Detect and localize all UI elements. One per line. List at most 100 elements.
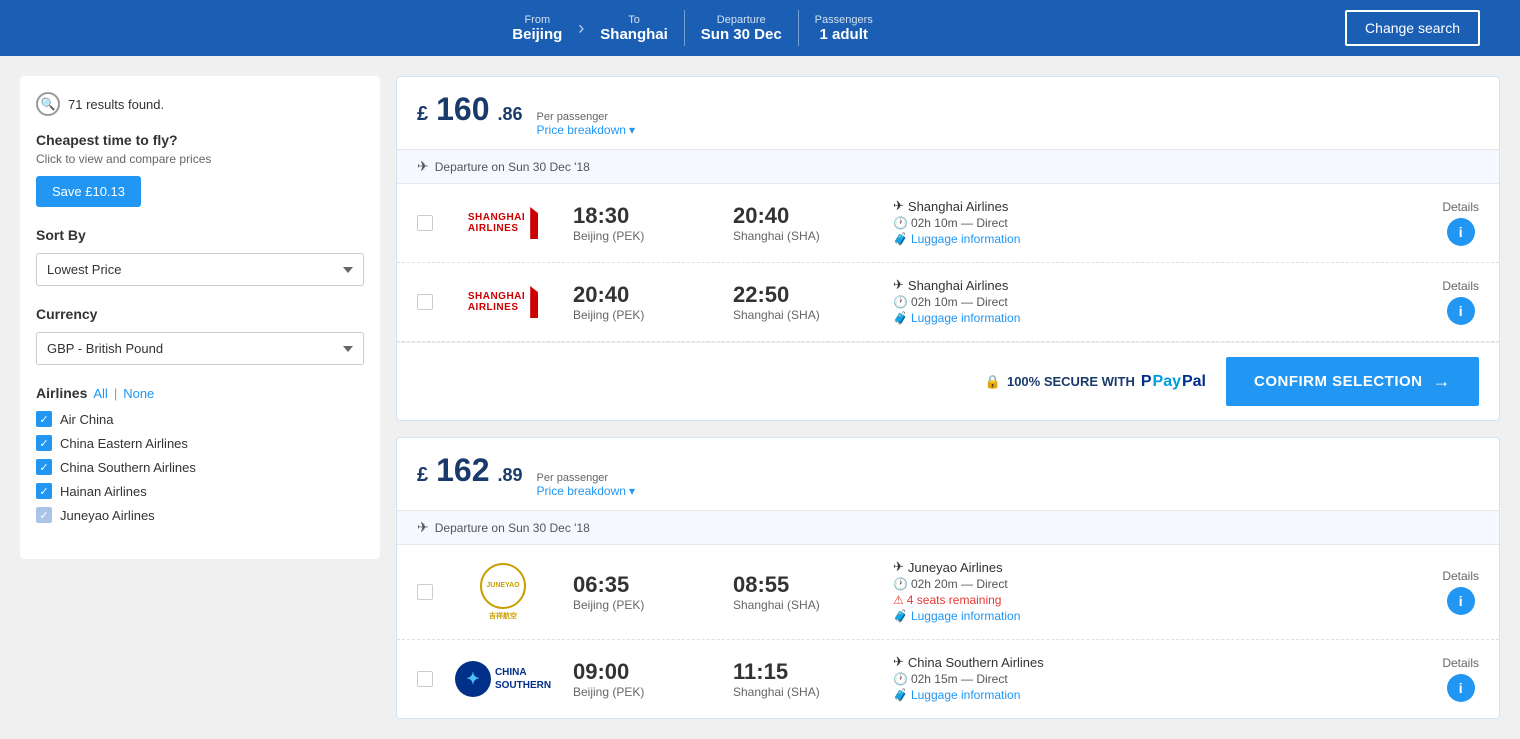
luggage-link-2-1[interactable]: Luggage information — [911, 609, 1020, 623]
card-2-price-breakdown[interactable]: Price breakdown ▾ — [537, 484, 635, 498]
juneyao-text: 吉祥航空 — [480, 611, 526, 621]
card-1-departure-bar: ✈ Departure on Sun 30 Dec '18 — [397, 150, 1499, 184]
to-value: Shanghai — [600, 26, 668, 43]
airline-checkbox-juneyao[interactable] — [36, 507, 52, 523]
card-2-departure-text: Departure on Sun 30 Dec '18 — [435, 521, 590, 535]
cheapest-section: Cheapest time to fly? Click to view and … — [36, 132, 364, 207]
sidebar: 🔍 71 results found. Cheapest time to fly… — [20, 76, 380, 559]
sort-label: Sort By — [36, 227, 364, 243]
info-button-1-2[interactable]: i — [1447, 297, 1475, 325]
flight-details-2-1: ✈ Juneyao Airlines 🕐 02h 20m — Direct ⚠ … — [893, 559, 1093, 625]
card-1-footer: 🔒 100% SECURE WITH PPayPal CONFIRM SELEC… — [397, 342, 1499, 420]
passengers-segment: Passengers 1 adult — [815, 14, 873, 43]
flight-details-2-2: ✈ China Southern Airlines 🕐 02h 15m — Di… — [893, 654, 1093, 704]
airline-item-hainan[interactable]: Hainan Airlines — [36, 483, 364, 499]
airline-logo-juneyao: JUNEYAO 吉祥航空 — [453, 563, 553, 621]
clock-icon: 🕐 — [893, 216, 908, 230]
departure-segment: Departure Sun 30 Dec — [701, 14, 782, 43]
chevron-down-icon-2: ▾ — [629, 484, 635, 498]
card-2-header: £ 162 .89 Per passenger Price breakdown … — [397, 438, 1499, 511]
flight-checkbox-1-2[interactable] — [417, 294, 433, 310]
currency-select[interactable]: GBP - British Pound — [36, 332, 364, 365]
card-1-header: £ 160 .86 Per passenger Price breakdown … — [397, 77, 1499, 150]
header: From Beijing › To Shanghai Departure Sun… — [0, 0, 1520, 56]
card-1-per-passenger: Per passenger — [537, 111, 635, 123]
airline-logo-shanghai-2: SHANGHAI AIRLINES — [453, 286, 553, 318]
card-2-price-info: Per passenger Price breakdown ▾ — [537, 472, 635, 498]
logo-tail-icon — [530, 207, 538, 239]
main-content: £ 160 .86 Per passenger Price breakdown … — [380, 76, 1500, 719]
duration-2-2: 🕐 02h 15m — Direct — [893, 672, 1093, 686]
airline-name-china-southern: China Southern Airlines — [60, 460, 196, 475]
airline-name-detail-2-1: ✈ Juneyao Airlines — [893, 559, 1093, 575]
card-1-currency: £ — [417, 103, 428, 126]
card-1-price-breakdown[interactable]: Price breakdown ▾ — [537, 123, 635, 137]
paypal-pal: Pal — [1182, 373, 1206, 391]
airline-item-china-southern[interactable]: China Southern Airlines — [36, 459, 364, 475]
depart-airport-1-2: Beijing (PEK) — [573, 308, 713, 322]
airlines-all-link[interactable]: All — [93, 386, 107, 401]
airline-item-juneyao[interactable]: Juneyao Airlines — [36, 507, 364, 523]
luggage-link-1-2[interactable]: Luggage information — [911, 311, 1020, 325]
arrive-time-2-2: 11:15 — [733, 659, 873, 685]
juneyao-circle: JUNEYAO — [480, 563, 526, 609]
confirm-selection-button[interactable]: CONFIRM SELECTION → — [1226, 357, 1479, 406]
logo-tail-icon-2 — [530, 286, 538, 318]
duration-2-1: 🕐 02h 20m — Direct — [893, 577, 1093, 591]
luggage-link-1-1[interactable]: Luggage information — [911, 232, 1020, 246]
details-label-2-1: Details — [1442, 569, 1479, 583]
airline-checkbox-hainan[interactable] — [36, 483, 52, 499]
flight-card-1: £ 160 .86 Per passenger Price breakdown … — [396, 76, 1500, 421]
plane-small-icon-4: ✈ — [893, 654, 904, 670]
depart-airport-2-1: Beijing (PEK) — [573, 598, 713, 612]
airline-item-china-eastern[interactable]: China Eastern Airlines — [36, 435, 364, 451]
card-1-price-decimal: .86 — [498, 104, 523, 125]
airline-checkbox-china-southern[interactable] — [36, 459, 52, 475]
details-col-2-1: Details i — [1442, 569, 1479, 615]
depart-airport-1-1: Beijing (PEK) — [573, 229, 713, 243]
airline-checkbox-china-eastern[interactable] — [36, 435, 52, 451]
passengers-label: Passengers — [815, 14, 873, 26]
clock-icon-2: 🕐 — [893, 295, 908, 309]
luggage-2-2: 🧳 Luggage information — [893, 688, 1093, 702]
flight-details-1-1: ✈ Shanghai Airlines 🕐 02h 10m — Direct 🧳… — [893, 198, 1093, 248]
card-2-price-decimal: .89 — [498, 465, 523, 486]
flight-checkbox-2-2[interactable] — [417, 671, 433, 687]
flight-times-1-1: 18:30 Beijing (PEK) — [573, 203, 713, 243]
clock-icon-3: 🕐 — [893, 577, 908, 591]
to-segment: To Shanghai — [600, 14, 668, 43]
sort-select[interactable]: Lowest Price Highest Price Departure Tim… — [36, 253, 364, 286]
search-icon: 🔍 — [36, 92, 60, 116]
save-button[interactable]: Save £10.13 — [36, 176, 141, 207]
departure-value: Sun 30 Dec — [701, 26, 782, 43]
duration-1-1: 🕐 02h 10m — Direct — [893, 216, 1093, 230]
airline-name-juneyao: Juneyao Airlines — [60, 508, 155, 523]
cheapest-sub: Click to view and compare prices — [36, 152, 364, 166]
info-button-2-1[interactable]: i — [1447, 587, 1475, 615]
airlines-none-link[interactable]: None — [123, 386, 154, 401]
depart-time-2-1: 06:35 — [573, 572, 713, 598]
seats-warning-2-1: ⚠ 4 seats remaining — [893, 593, 1093, 607]
arrive-times-1-1: 20:40 Shanghai (SHA) — [733, 203, 873, 243]
details-col-2-2: Details i — [1442, 656, 1479, 702]
flight-row-1-1: SHANGHAI AIRLINES 18:30 Beijing (PEK) 20… — [397, 184, 1499, 263]
depart-airport-2-2: Beijing (PEK) — [573, 685, 713, 699]
paypal-p2: Pay — [1153, 373, 1181, 391]
arrive-airport-1-2: Shanghai (SHA) — [733, 308, 873, 322]
airline-name-hainan: Hainan Airlines — [60, 484, 147, 499]
info-button-1-1[interactable]: i — [1447, 218, 1475, 246]
paypal-p1: P — [1141, 373, 1152, 391]
airline-checkbox-air-china[interactable] — [36, 411, 52, 427]
arrive-time-2-1: 08:55 — [733, 572, 873, 598]
airline-item-air-china[interactable]: Air China — [36, 411, 364, 427]
change-search-button[interactable]: Change search — [1345, 10, 1480, 46]
flight-checkbox-2-1[interactable] — [417, 584, 433, 600]
flight-row-1-2: SHANGHAI AIRLINES 20:40 Beijing (PEK) 22… — [397, 263, 1499, 342]
luggage-link-2-2[interactable]: Luggage information — [911, 688, 1020, 702]
info-button-2-2[interactable]: i — [1447, 674, 1475, 702]
route-arrow-icon: › — [578, 18, 584, 39]
cs-circle: ✦ — [455, 661, 491, 697]
airline-logo-shanghai-1: SHANGHAI AIRLINES — [453, 207, 553, 239]
flight-checkbox-1-1[interactable] — [417, 215, 433, 231]
flight-times-2-2: 09:00 Beijing (PEK) — [573, 659, 713, 699]
